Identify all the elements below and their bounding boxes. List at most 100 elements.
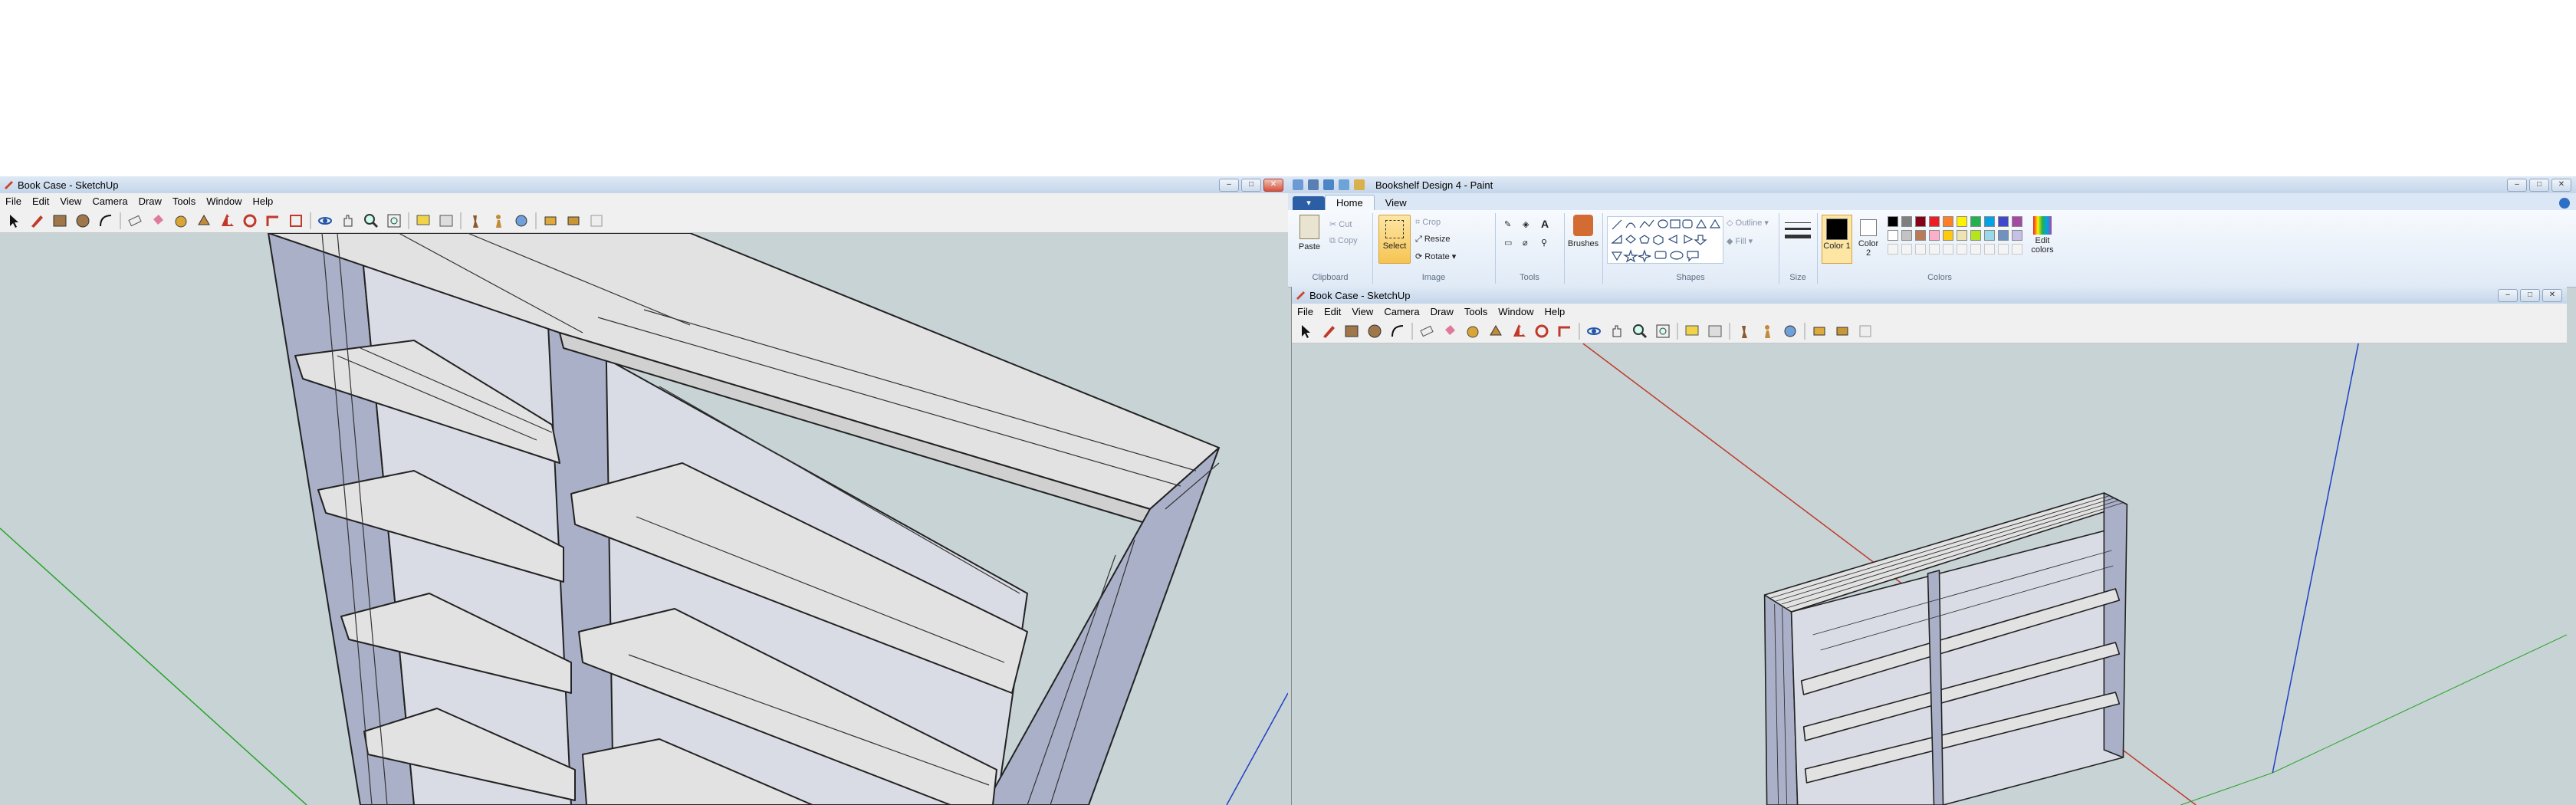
palette-swatch[interactable] — [1970, 216, 1981, 227]
walk-icon[interactable] — [1735, 322, 1753, 340]
save-icon[interactable] — [1308, 179, 1319, 190]
palette-swatch[interactable] — [1957, 230, 1967, 241]
menu-edit[interactable]: Edit — [27, 196, 54, 207]
section-icon[interactable] — [1706, 322, 1724, 340]
look-around-icon[interactable] — [512, 212, 531, 230]
components-icon[interactable] — [541, 212, 560, 230]
follow-me-icon[interactable] — [1556, 322, 1574, 340]
tape-measure-icon[interactable] — [1464, 322, 1482, 340]
color-picker-icon[interactable]: ⌀ — [1523, 238, 1528, 248]
push-pull-icon[interactable] — [195, 212, 213, 230]
brushes-button[interactable]: Brushes — [1566, 215, 1601, 248]
color2-button[interactable]: Color 2 — [1855, 215, 1881, 258]
inner-menu-draw[interactable]: Draw — [1425, 306, 1459, 317]
undo-icon[interactable] — [1323, 179, 1334, 190]
pencil-tool-icon[interactable]: ✎ — [1504, 219, 1511, 229]
tab-home[interactable]: Home — [1325, 195, 1375, 210]
palette-swatch[interactable] — [2012, 216, 2022, 227]
palette-swatch[interactable] — [1888, 230, 1898, 241]
select-icon[interactable] — [1296, 322, 1315, 340]
help-icon[interactable] — [2559, 198, 2570, 209]
rotate-button[interactable]: ⟳ Rotate ▾ — [1415, 251, 1456, 261]
extension-icon[interactable] — [1856, 322, 1875, 340]
palette-swatch[interactable] — [1901, 216, 1912, 227]
text-tool-icon[interactable]: A — [1541, 218, 1549, 230]
rectangle-icon[interactable] — [1342, 322, 1361, 340]
palette-swatch-empty[interactable] — [1957, 244, 1967, 255]
text-icon[interactable] — [414, 212, 432, 230]
paste-button[interactable]: Paste — [1296, 215, 1323, 251]
warehouse-icon[interactable] — [1833, 322, 1852, 340]
rotate-icon[interactable] — [1533, 322, 1551, 340]
zoom-extents-icon[interactable] — [1654, 322, 1672, 340]
paint-bucket-icon[interactable] — [1441, 322, 1459, 340]
outline-button[interactable]: ◇ Outline ▾ — [1727, 218, 1769, 228]
pencil-icon[interactable] — [1319, 322, 1338, 340]
palette-swatch[interactable] — [1970, 230, 1981, 241]
palette-swatch[interactable] — [1901, 230, 1912, 241]
zoom-extents-icon[interactable] — [385, 212, 403, 230]
palette-swatch[interactable] — [1915, 230, 1926, 241]
orbit-icon[interactable] — [1585, 322, 1603, 340]
inner-menu-help[interactable]: Help — [1539, 306, 1571, 317]
circle-icon[interactable] — [74, 212, 92, 230]
resize-button[interactable]: ⤢ Resize — [1415, 235, 1450, 245]
inner-minimize-button[interactable]: – — [2498, 288, 2518, 302]
palette-swatch-empty[interactable] — [1998, 244, 2009, 255]
customize-qat-icon[interactable] — [1354, 179, 1365, 190]
paint-minimize-button[interactable]: – — [2507, 178, 2527, 192]
components-icon[interactable] — [1810, 322, 1829, 340]
copy-button[interactable]: ⧉ Copy — [1329, 236, 1358, 246]
select-button[interactable]: Select — [1378, 215, 1411, 264]
inner-menu-tools[interactable]: Tools — [1459, 306, 1493, 317]
menu-window[interactable]: Window — [201, 196, 247, 207]
title-bar[interactable]: Book Case - SketchUp – □ ✕ — [0, 176, 1288, 194]
circle-icon[interactable] — [1365, 322, 1384, 340]
zoom-icon[interactable] — [362, 212, 380, 230]
minimize-button[interactable]: – — [1219, 178, 1239, 192]
inner-menu-file[interactable]: File — [1292, 306, 1319, 317]
inner-menu-edit[interactable]: Edit — [1319, 306, 1346, 317]
palette-swatch[interactable] — [1943, 230, 1953, 241]
palette-swatch-empty[interactable] — [1915, 244, 1926, 255]
section-icon[interactable] — [437, 212, 455, 230]
menu-help[interactable]: Help — [248, 196, 279, 207]
pencil-icon[interactable] — [28, 212, 46, 230]
orbit-icon[interactable] — [316, 212, 334, 230]
pan-icon[interactable] — [1608, 322, 1626, 340]
palette-swatch-empty[interactable] — [1901, 244, 1912, 255]
crop-button[interactable]: ⌗ Crop — [1415, 218, 1441, 228]
select-icon[interactable] — [5, 212, 23, 230]
arc-icon[interactable] — [1388, 322, 1407, 340]
cut-button[interactable]: ✂ Cut — [1329, 219, 1352, 229]
palette-swatch[interactable] — [1957, 216, 1967, 227]
warehouse-icon[interactable] — [564, 212, 583, 230]
menu-camera[interactable]: Camera — [87, 196, 133, 207]
palette-swatch-empty[interactable] — [1943, 244, 1953, 255]
palette-swatch[interactable] — [1915, 216, 1926, 227]
paint-title-bar[interactable]: Bookshelf Design 4 - Paint – □ ✕ — [1288, 176, 2576, 194]
move-icon[interactable] — [218, 212, 236, 230]
inner-maximize-button[interactable]: □ — [2520, 288, 2540, 302]
size-button[interactable] — [1785, 218, 1811, 248]
eraser-icon[interactable] — [126, 212, 144, 230]
palette-swatch[interactable] — [2012, 230, 2022, 241]
edit-colors-button[interactable]: Edit colors — [2026, 215, 2059, 255]
paint-close-button[interactable]: ✕ — [2551, 178, 2571, 192]
rotate-icon[interactable] — [241, 212, 259, 230]
walk-icon[interactable] — [466, 212, 485, 230]
inner-menu-view[interactable]: View — [1346, 306, 1378, 317]
inner-menu-window[interactable]: Window — [1493, 306, 1539, 317]
palette-swatch-empty[interactable] — [1970, 244, 1981, 255]
arc-icon[interactable] — [97, 212, 115, 230]
palette-swatch[interactable] — [1984, 230, 1995, 241]
extension-icon[interactable] — [587, 212, 606, 230]
model-viewport[interactable] — [0, 233, 1288, 805]
inner-model-viewport[interactable] — [1292, 343, 2567, 805]
palette-swatch[interactable] — [1929, 230, 1940, 241]
paint-maximize-button[interactable]: □ — [2529, 178, 2549, 192]
fill-button[interactable]: ◆ Fill ▾ — [1727, 236, 1753, 246]
inner-menu-camera[interactable]: Camera — [1378, 306, 1424, 317]
shapes-gallery[interactable] — [1607, 216, 1723, 264]
palette-swatch-empty[interactable] — [1984, 244, 1995, 255]
